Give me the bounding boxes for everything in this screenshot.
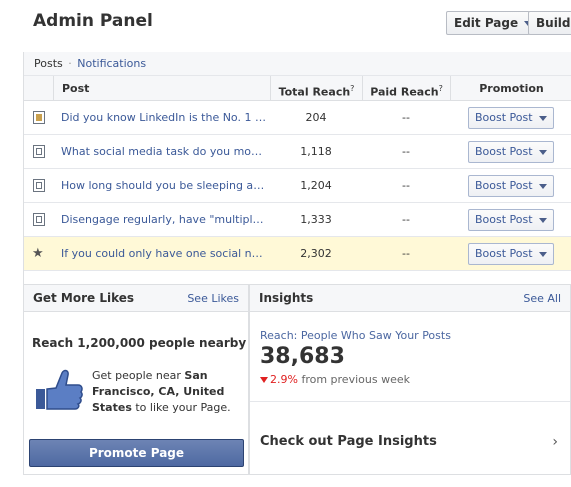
insights-card-title: Insights — [259, 291, 314, 305]
build-audience-button[interactable]: Build A — [528, 11, 571, 35]
paid-reach-help-icon[interactable]: ? — [439, 84, 443, 93]
likes-card-header: Get More Likes See Likes — [24, 285, 248, 312]
post-title-link[interactable]: What social media task do you most want … — [61, 135, 266, 169]
column-total-reach: Total Reach? — [270, 76, 362, 101]
paid-reach-value: -- — [402, 213, 410, 226]
table-row: How long should you be sleeping at night… — [24, 169, 571, 203]
boost-post-button[interactable]: Boost Post — [468, 107, 554, 129]
star-icon: ★ — [32, 246, 44, 261]
chevron-right-icon[interactable]: › — [552, 434, 558, 450]
post-title-link[interactable]: How long should you be sleeping at night… — [61, 169, 266, 203]
chevron-down-icon — [538, 251, 547, 257]
boost-post-button[interactable]: Boost Post — [468, 175, 554, 197]
paid-reach-value: -- — [402, 179, 410, 192]
total-reach-value: 1,204 — [300, 179, 332, 192]
boost-post-button[interactable]: Boost Post — [468, 209, 554, 231]
table-header: Post Total Reach? Paid Reach? Promotion — [24, 76, 571, 101]
boost-post-label: Boost Post — [475, 247, 533, 260]
boost-post-label: Boost Post — [475, 213, 533, 226]
post-title-link[interactable]: If you could only have one social networ… — [61, 237, 266, 271]
page-title: Admin Panel — [33, 11, 153, 31]
column-paid-reach: Paid Reach? — [362, 76, 450, 101]
likes-card-title: Get More Likes — [33, 291, 135, 305]
paid-reach-value: -- — [402, 145, 410, 158]
bottom-cards: Get More Likes See Likes Reach 1,200,000… — [23, 284, 571, 487]
table-row: Did you know LinkedIn is the No. 1 socia… — [24, 101, 571, 135]
table-row-highlighted: ★ If you could only have one social netw… — [24, 237, 571, 271]
status-post-icon — [33, 145, 45, 158]
subnav: Posts · Notifications — [24, 52, 571, 76]
reach-change: 2.9% from previous week — [260, 373, 410, 386]
see-all-link[interactable]: See All — [523, 285, 561, 312]
post-title-link[interactable]: Did you know LinkedIn is the No. 1 socia… — [61, 101, 266, 135]
reach-label: Reach: People Who Saw Your Posts — [260, 329, 451, 342]
page-header: Admin Panel Edit Page Build A — [0, 0, 571, 46]
page-insights-link[interactable]: Check out Page Insights — [260, 434, 437, 449]
build-audience-label: Build A — [536, 16, 571, 30]
column-post: Post — [53, 76, 270, 101]
boost-post-button[interactable]: Boost Post — [468, 141, 554, 163]
total-reach-help-icon[interactable]: ? — [350, 84, 354, 93]
chevron-down-icon — [538, 183, 547, 189]
total-reach-value: 1,333 — [300, 213, 332, 226]
likes-desc-suffix: to like your Page. — [131, 401, 231, 414]
chevron-down-icon — [538, 115, 547, 121]
get-more-likes-card: Get More Likes See Likes Reach 1,200,000… — [23, 284, 249, 475]
boost-post-label: Boost Post — [475, 145, 533, 158]
down-arrow-icon — [260, 377, 268, 383]
total-reach-label: Total Reach — [278, 85, 351, 99]
column-promotion: Promotion — [450, 76, 571, 101]
insights-card-header: Insights See All — [250, 285, 570, 312]
tab-notifications[interactable]: Notifications — [77, 57, 146, 70]
total-reach-value: 1,118 — [300, 145, 332, 158]
paid-reach-value: -- — [402, 111, 410, 124]
edit-page-label: Edit Page — [454, 16, 519, 30]
see-likes-link[interactable]: See Likes — [187, 285, 239, 312]
boost-post-label: Boost Post — [475, 179, 533, 192]
subnav-separator: · — [68, 57, 72, 70]
total-reach-value: 204 — [305, 111, 327, 124]
promote-page-button[interactable]: Promote Page — [29, 439, 244, 467]
post-title-link[interactable]: Disengage regularly, have "multiple" int… — [61, 203, 266, 237]
reach-number: 38,683 — [260, 344, 345, 369]
boost-post-button[interactable]: Boost Post — [468, 243, 554, 265]
likes-description: Get people near San Francisco, CA, Unite… — [92, 368, 242, 416]
likes-desc-prefix: Get people near — [92, 369, 185, 382]
paid-reach-value: -- — [402, 247, 410, 260]
edit-page-button[interactable]: Edit Page — [446, 11, 530, 35]
boost-post-label: Boost Post — [475, 111, 533, 124]
status-post-icon — [33, 179, 45, 192]
photo-post-icon — [33, 111, 45, 124]
status-post-icon — [33, 213, 45, 226]
table-row: Disengage regularly, have "multiple" int… — [24, 203, 571, 237]
thumbs-up-icon — [36, 369, 83, 410]
reach-change-text: from previous week — [297, 373, 410, 386]
chevron-down-icon — [538, 217, 547, 223]
total-reach-value: 2,302 — [300, 247, 332, 260]
paid-reach-label: Paid Reach — [370, 85, 439, 99]
chevron-down-icon — [538, 149, 547, 155]
posts-panel: Posts · Notifications Post Total Reach? … — [23, 52, 571, 284]
insights-card: Insights See All Reach: People Who Saw Y… — [249, 284, 571, 475]
tab-posts[interactable]: Posts — [34, 57, 63, 70]
reach-change-percent: 2.9% — [270, 373, 298, 386]
insights-divider — [250, 401, 570, 402]
reach-nearby-text: Reach 1,200,000 people nearby — [32, 336, 247, 350]
table-row: What social media task do you most want … — [24, 135, 571, 169]
